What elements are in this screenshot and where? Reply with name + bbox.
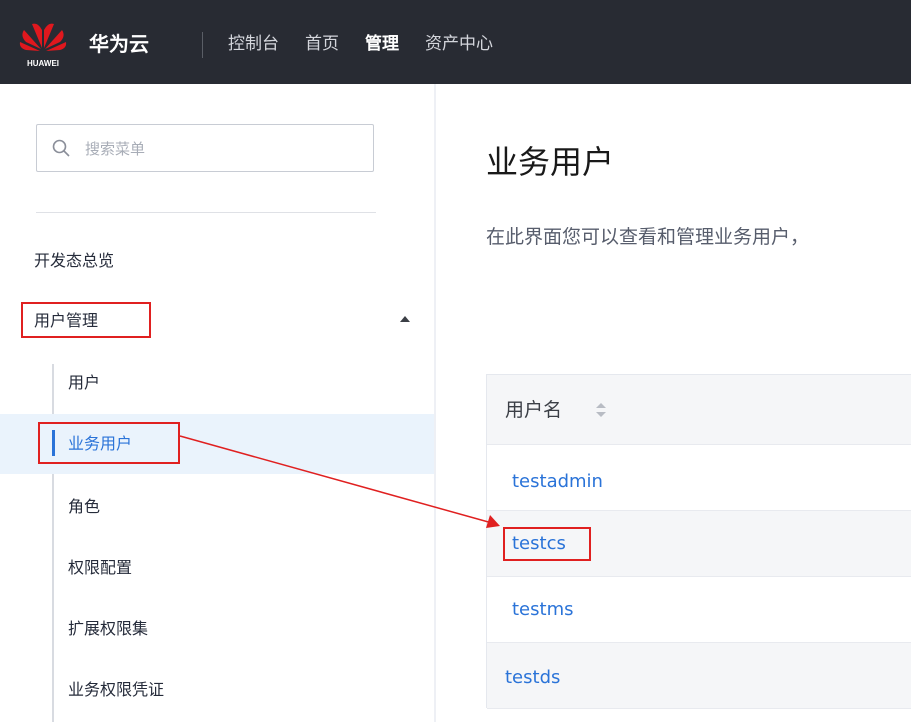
- highlight-box-business-users: [38, 422, 180, 464]
- menu-search-box[interactable]: [36, 124, 374, 172]
- username-link-testms[interactable]: testms: [512, 598, 573, 622]
- nav-console[interactable]: 控制台: [228, 30, 279, 58]
- sidebar: 开发态总览 用户管理 用户 业务用户 角色 权限配置 扩展权限集 业务权限凭证: [0, 84, 434, 722]
- top-navigation-bar: HUAWEI 华为云 控制台 首页 管理 资产中心: [0, 0, 911, 84]
- nav-manage[interactable]: 管理: [365, 30, 399, 58]
- brand-name[interactable]: 华为云: [89, 30, 149, 58]
- brand-separator: [202, 32, 203, 58]
- submenu-item-roles[interactable]: 角色: [68, 496, 100, 518]
- menu-search-input[interactable]: [83, 133, 367, 165]
- page-title: 业务用户: [486, 143, 615, 181]
- submenu-item-permission-config[interactable]: 权限配置: [68, 557, 132, 579]
- submenu-item-business-permission-credential[interactable]: 业务权限凭证: [68, 679, 164, 701]
- sort-icon[interactable]: [595, 402, 607, 418]
- nav-asset-center[interactable]: 资产中心: [425, 30, 493, 58]
- nav-home[interactable]: 首页: [305, 30, 339, 58]
- submenu-item-users[interactable]: 用户: [68, 372, 100, 394]
- table-header-row: 用户名: [487, 375, 911, 445]
- column-header-username[interactable]: 用户名: [505, 397, 562, 423]
- page-description: 在此界面您可以查看和管理业务用户，: [486, 226, 810, 248]
- menu-group-user-management[interactable]: 用户管理: [34, 310, 98, 332]
- username-link-testds[interactable]: testds: [505, 666, 560, 690]
- submenu-item-extended-permission-set[interactable]: 扩展权限集: [68, 618, 148, 640]
- top-nav: 控制台 首页 管理 资产中心: [228, 30, 493, 58]
- sidebar-border: [434, 84, 436, 722]
- caret-up-icon[interactable]: [399, 314, 411, 324]
- menu-divider: [36, 212, 376, 213]
- search-icon: [52, 139, 70, 157]
- menu-item-overview[interactable]: 开发态总览: [34, 250, 114, 272]
- logo-text: HUAWEI: [27, 59, 59, 68]
- username-link-testadmin[interactable]: testadmin: [512, 470, 603, 494]
- huawei-logo[interactable]: HUAWEI: [18, 18, 68, 70]
- highlight-box-testcs: [503, 527, 591, 561]
